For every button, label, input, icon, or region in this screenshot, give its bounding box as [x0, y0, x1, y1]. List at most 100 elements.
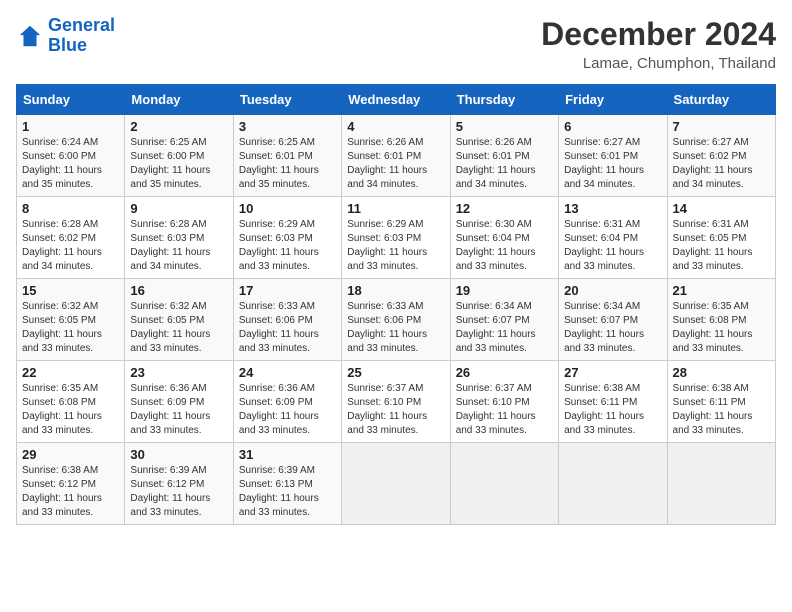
table-row: 31 Sunrise: 6:39 AM Sunset: 6:13 PM Dayl…	[233, 443, 341, 525]
table-row: 23 Sunrise: 6:36 AM Sunset: 6:09 PM Dayl…	[125, 361, 233, 443]
logo-icon	[16, 22, 44, 50]
day-number: 20	[564, 283, 661, 298]
table-row: 29 Sunrise: 6:38 AM Sunset: 6:12 PM Dayl…	[17, 443, 125, 525]
table-row: 28 Sunrise: 6:38 AM Sunset: 6:11 PM Dayl…	[667, 361, 775, 443]
day-info: Sunrise: 6:31 AM Sunset: 6:05 PM Dayligh…	[673, 218, 770, 274]
table-row: 25 Sunrise: 6:37 AM Sunset: 6:10 PM Dayl…	[342, 361, 450, 443]
day-info: Sunrise: 6:38 AM Sunset: 6:12 PM Dayligh…	[22, 464, 119, 520]
day-number: 28	[673, 365, 770, 380]
month-title: December 2024	[541, 16, 776, 53]
day-info: Sunrise: 6:24 AM Sunset: 6:00 PM Dayligh…	[22, 136, 119, 192]
day-number: 11	[347, 201, 444, 216]
day-number: 23	[130, 365, 227, 380]
day-number: 1	[22, 119, 119, 134]
day-info: Sunrise: 6:33 AM Sunset: 6:06 PM Dayligh…	[347, 300, 444, 356]
day-number: 31	[239, 447, 336, 462]
table-row	[559, 443, 667, 525]
day-info: Sunrise: 6:35 AM Sunset: 6:08 PM Dayligh…	[22, 382, 119, 438]
table-row	[342, 443, 450, 525]
day-number: 29	[22, 447, 119, 462]
day-number: 18	[347, 283, 444, 298]
day-info: Sunrise: 6:27 AM Sunset: 6:02 PM Dayligh…	[673, 136, 770, 192]
day-info: Sunrise: 6:34 AM Sunset: 6:07 PM Dayligh…	[456, 300, 553, 356]
day-info: Sunrise: 6:26 AM Sunset: 6:01 PM Dayligh…	[456, 136, 553, 192]
day-number: 16	[130, 283, 227, 298]
day-number: 9	[130, 201, 227, 216]
col-thursday: Thursday	[450, 85, 558, 115]
day-number: 13	[564, 201, 661, 216]
day-number: 5	[456, 119, 553, 134]
col-friday: Friday	[559, 85, 667, 115]
col-saturday: Saturday	[667, 85, 775, 115]
day-number: 15	[22, 283, 119, 298]
day-number: 21	[673, 283, 770, 298]
day-number: 14	[673, 201, 770, 216]
day-info: Sunrise: 6:27 AM Sunset: 6:01 PM Dayligh…	[564, 136, 661, 192]
table-row: 6 Sunrise: 6:27 AM Sunset: 6:01 PM Dayli…	[559, 115, 667, 197]
table-row: 21 Sunrise: 6:35 AM Sunset: 6:08 PM Dayl…	[667, 279, 775, 361]
title-area: December 2024 Lamae, Chumphon, Thailand	[541, 16, 776, 72]
day-number: 25	[347, 365, 444, 380]
day-info: Sunrise: 6:28 AM Sunset: 6:03 PM Dayligh…	[130, 218, 227, 274]
calendar-week-row: 29 Sunrise: 6:38 AM Sunset: 6:12 PM Dayl…	[17, 443, 776, 525]
table-row: 10 Sunrise: 6:29 AM Sunset: 6:03 PM Dayl…	[233, 197, 341, 279]
logo-line2: Blue	[48, 36, 115, 56]
logo: General Blue	[16, 16, 115, 56]
day-info: Sunrise: 6:25 AM Sunset: 6:00 PM Dayligh…	[130, 136, 227, 192]
table-row: 16 Sunrise: 6:32 AM Sunset: 6:05 PM Dayl…	[125, 279, 233, 361]
table-row: 20 Sunrise: 6:34 AM Sunset: 6:07 PM Dayl…	[559, 279, 667, 361]
table-row: 12 Sunrise: 6:30 AM Sunset: 6:04 PM Dayl…	[450, 197, 558, 279]
day-info: Sunrise: 6:29 AM Sunset: 6:03 PM Dayligh…	[347, 218, 444, 274]
header: General Blue December 2024 Lamae, Chumph…	[16, 16, 776, 72]
day-info: Sunrise: 6:38 AM Sunset: 6:11 PM Dayligh…	[673, 382, 770, 438]
day-number: 27	[564, 365, 661, 380]
table-row: 8 Sunrise: 6:28 AM Sunset: 6:02 PM Dayli…	[17, 197, 125, 279]
table-row: 26 Sunrise: 6:37 AM Sunset: 6:10 PM Dayl…	[450, 361, 558, 443]
table-row: 14 Sunrise: 6:31 AM Sunset: 6:05 PM Dayl…	[667, 197, 775, 279]
col-tuesday: Tuesday	[233, 85, 341, 115]
day-info: Sunrise: 6:35 AM Sunset: 6:08 PM Dayligh…	[673, 300, 770, 356]
table-row: 4 Sunrise: 6:26 AM Sunset: 6:01 PM Dayli…	[342, 115, 450, 197]
day-info: Sunrise: 6:28 AM Sunset: 6:02 PM Dayligh…	[22, 218, 119, 274]
day-number: 30	[130, 447, 227, 462]
day-number: 8	[22, 201, 119, 216]
logo-line1: General	[48, 15, 115, 35]
day-info: Sunrise: 6:32 AM Sunset: 6:05 PM Dayligh…	[22, 300, 119, 356]
table-row: 22 Sunrise: 6:35 AM Sunset: 6:08 PM Dayl…	[17, 361, 125, 443]
day-number: 7	[673, 119, 770, 134]
table-row	[667, 443, 775, 525]
col-wednesday: Wednesday	[342, 85, 450, 115]
col-monday: Monday	[125, 85, 233, 115]
table-row: 30 Sunrise: 6:39 AM Sunset: 6:12 PM Dayl…	[125, 443, 233, 525]
table-row: 11 Sunrise: 6:29 AM Sunset: 6:03 PM Dayl…	[342, 197, 450, 279]
table-row: 24 Sunrise: 6:36 AM Sunset: 6:09 PM Dayl…	[233, 361, 341, 443]
table-row: 7 Sunrise: 6:27 AM Sunset: 6:02 PM Dayli…	[667, 115, 775, 197]
day-info: Sunrise: 6:37 AM Sunset: 6:10 PM Dayligh…	[347, 382, 444, 438]
day-info: Sunrise: 6:36 AM Sunset: 6:09 PM Dayligh…	[239, 382, 336, 438]
table-row	[450, 443, 558, 525]
col-sunday: Sunday	[17, 85, 125, 115]
table-row: 1 Sunrise: 6:24 AM Sunset: 6:00 PM Dayli…	[17, 115, 125, 197]
day-number: 10	[239, 201, 336, 216]
day-info: Sunrise: 6:29 AM Sunset: 6:03 PM Dayligh…	[239, 218, 336, 274]
day-info: Sunrise: 6:37 AM Sunset: 6:10 PM Dayligh…	[456, 382, 553, 438]
table-row: 17 Sunrise: 6:33 AM Sunset: 6:06 PM Dayl…	[233, 279, 341, 361]
day-number: 26	[456, 365, 553, 380]
table-row: 2 Sunrise: 6:25 AM Sunset: 6:00 PM Dayli…	[125, 115, 233, 197]
day-info: Sunrise: 6:30 AM Sunset: 6:04 PM Dayligh…	[456, 218, 553, 274]
day-number: 12	[456, 201, 553, 216]
day-info: Sunrise: 6:32 AM Sunset: 6:05 PM Dayligh…	[130, 300, 227, 356]
table-row: 19 Sunrise: 6:34 AM Sunset: 6:07 PM Dayl…	[450, 279, 558, 361]
table-row: 18 Sunrise: 6:33 AM Sunset: 6:06 PM Dayl…	[342, 279, 450, 361]
day-info: Sunrise: 6:25 AM Sunset: 6:01 PM Dayligh…	[239, 136, 336, 192]
day-number: 19	[456, 283, 553, 298]
table-row: 15 Sunrise: 6:32 AM Sunset: 6:05 PM Dayl…	[17, 279, 125, 361]
day-info: Sunrise: 6:36 AM Sunset: 6:09 PM Dayligh…	[130, 382, 227, 438]
day-number: 2	[130, 119, 227, 134]
day-info: Sunrise: 6:33 AM Sunset: 6:06 PM Dayligh…	[239, 300, 336, 356]
day-info: Sunrise: 6:38 AM Sunset: 6:11 PM Dayligh…	[564, 382, 661, 438]
calendar-week-row: 8 Sunrise: 6:28 AM Sunset: 6:02 PM Dayli…	[17, 197, 776, 279]
table-row: 27 Sunrise: 6:38 AM Sunset: 6:11 PM Dayl…	[559, 361, 667, 443]
calendar-week-row: 22 Sunrise: 6:35 AM Sunset: 6:08 PM Dayl…	[17, 361, 776, 443]
day-number: 17	[239, 283, 336, 298]
